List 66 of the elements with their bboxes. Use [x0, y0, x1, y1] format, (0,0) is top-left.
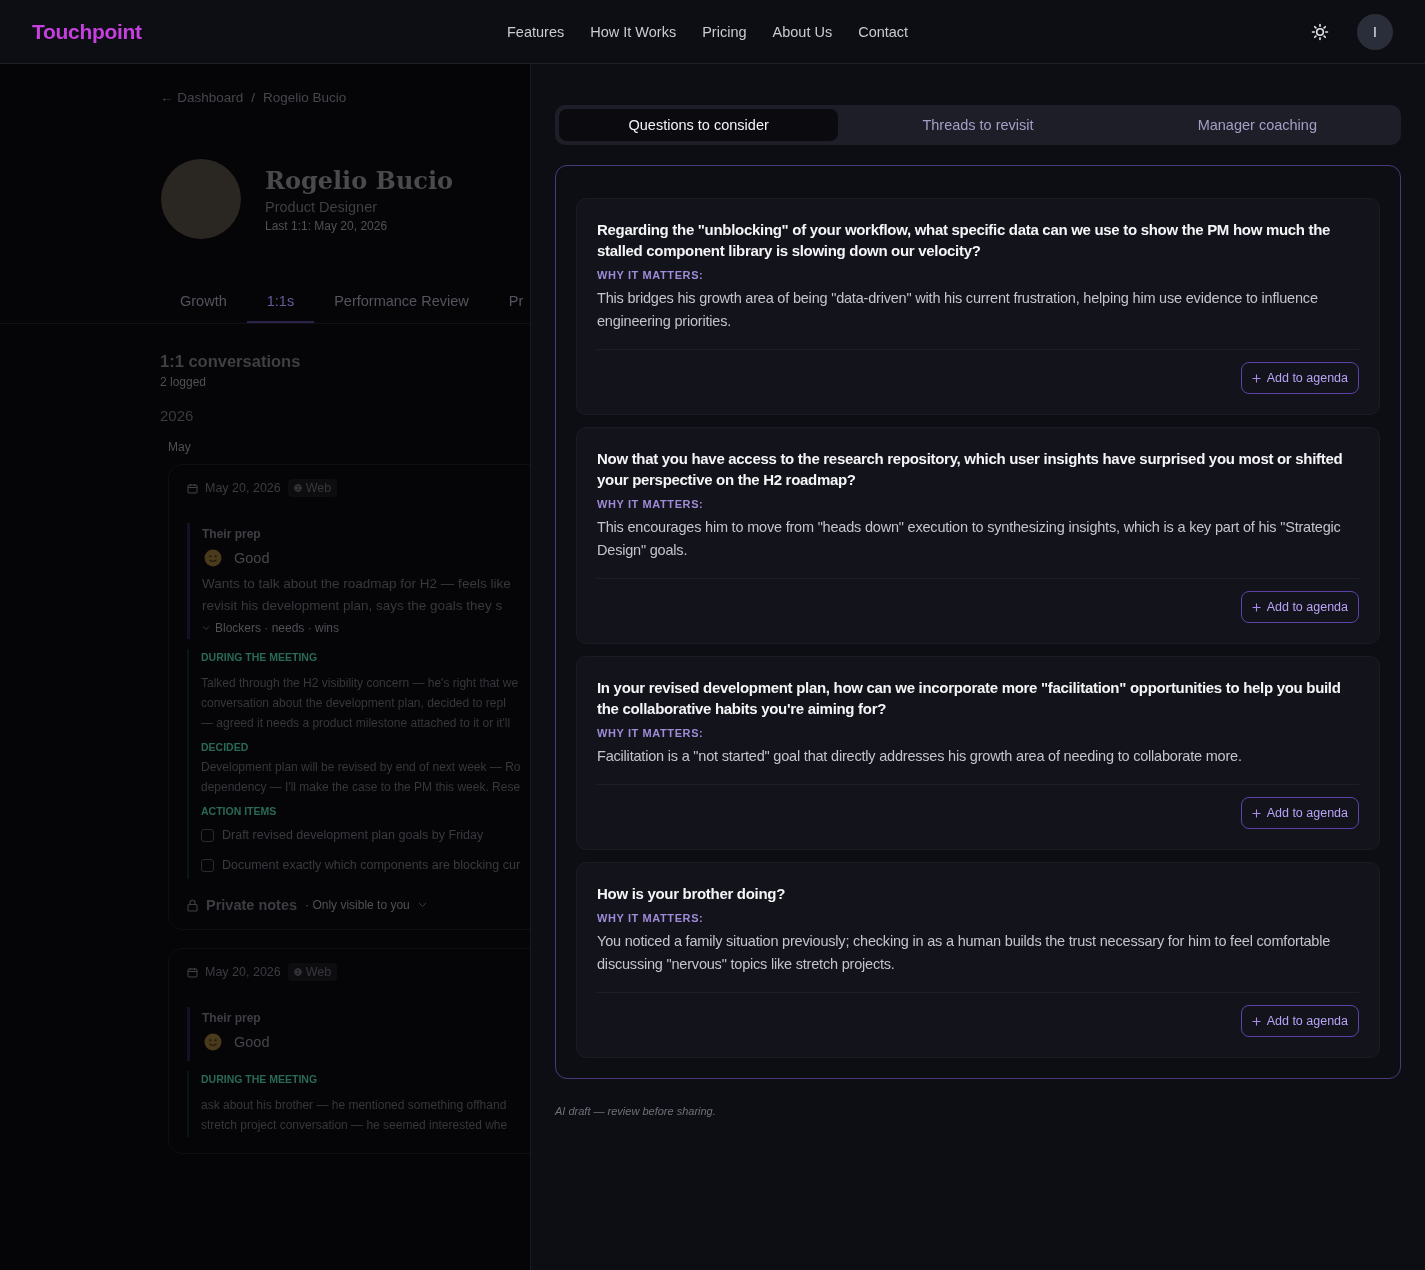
- mood-label: Good: [234, 1034, 270, 1050]
- user-avatar[interactable]: I: [1357, 13, 1393, 50]
- plus-icon: [1251, 373, 1261, 383]
- logo[interactable]: Touchpoint: [32, 19, 142, 44]
- plus-icon: [1251, 1016, 1261, 1026]
- calendar-icon: [187, 966, 198, 978]
- meeting-label: DURING THE MEETING: [201, 651, 319, 663]
- plus-icon: [1251, 602, 1261, 612]
- nav-link[interactable]: Features: [507, 23, 565, 40]
- why-text: This bridges his growth area of being "data-driven" with his current frustration, helping him use evidence to influence engineering priorities.: [597, 287, 1359, 350]
- mood-label: Good: [234, 550, 270, 566]
- year-heading: 2026: [160, 407, 195, 424]
- why-text: You noticed a family situation previously; checking in as a human builds the trust necessary for him to feel comfortable discussing "nervous" topics like stretch projects.: [597, 930, 1359, 993]
- smiley-icon: [204, 549, 222, 567]
- panel-tab[interactable]: Manager coaching: [1117, 109, 1397, 141]
- panel-tab[interactable]: Questions to consider: [559, 109, 839, 141]
- why-text: Facilitation is a "not started" goal that directly addresses his growth area of needing to collaborate more.: [597, 745, 1359, 785]
- question-text: Regarding the "unblocking" of your workflow, what specific data can we use to show the PM how much the stalled component library is slowing down our velocity?: [597, 220, 1332, 261]
- conversation-count: 2 logged: [160, 375, 208, 389]
- question-text: Now that you have access to the research repository, which user insights have surprised you most or shifted your perspective on the H2 roadmap?: [597, 449, 1344, 490]
- breadcrumb-current: Rogelio Bucio: [263, 90, 347, 105]
- person-role: Product Designer: [265, 198, 379, 215]
- action-item-text: Draft revised development plan goals by Friday: [222, 828, 484, 842]
- private-notes-title: Private notes: [206, 897, 298, 913]
- nav-link[interactable]: How It Works: [590, 23, 677, 40]
- conversation-date: May 20, 2026: [205, 965, 281, 979]
- panel-tab[interactable]: Threads to revisit: [838, 109, 1118, 141]
- prep-label: Their prep: [202, 527, 262, 541]
- why-label: WHY IT MATTERS:: [597, 912, 705, 924]
- why-label: WHY IT MATTERS:: [597, 727, 705, 739]
- nav-link[interactable]: Contact: [858, 23, 909, 40]
- why-label: WHY IT MATTERS:: [597, 498, 705, 510]
- decided-label: DECIDED: [201, 741, 250, 753]
- question-text: In your revised development plan, how can we incorporate more "facilitation" opportunities to help you build the collaborative habits you're aiming for?: [597, 678, 1342, 719]
- month-heading: May: [168, 440, 192, 454]
- globe-icon: [293, 484, 302, 492]
- why-label: WHY IT MATTERS:: [597, 269, 705, 281]
- conversation-date: May 20, 2026: [205, 481, 281, 495]
- lock-icon: [187, 898, 198, 912]
- add-to-agenda-button[interactable]: Add to agenda: [1240, 1005, 1359, 1037]
- add-to-agenda-button[interactable]: Add to agenda: [1240, 362, 1359, 394]
- question-text: How is your brother doing?: [597, 884, 787, 904]
- action-items-label: ACTION ITEMS: [201, 805, 278, 817]
- breadcrumb-separator: /: [251, 90, 256, 105]
- smiley-icon: [204, 1033, 222, 1051]
- last-meeting-date: Last 1:1: May 20, 2026: [265, 218, 389, 233]
- nav-link[interactable]: About Us: [772, 23, 833, 40]
- meeting-label: DURING THE MEETING: [201, 1073, 319, 1085]
- chevron-down-icon[interactable]: [417, 902, 427, 908]
- plus-icon: [1251, 808, 1261, 818]
- action-item-text: Document exactly which components are blocking cur: [222, 858, 521, 872]
- theme-toggle-icon[interactable]: [1311, 22, 1329, 41]
- section-title: 1:1 conversations: [160, 352, 302, 371]
- why-text: This encourages him to move from "heads down" execution to synthesizing insights, which is a key part of his "Strategic Design" goals.: [597, 516, 1359, 579]
- nav-link[interactable]: Pricing: [702, 23, 747, 40]
- add-to-agenda-button[interactable]: Add to agenda: [1240, 591, 1359, 623]
- add-to-agenda-button[interactable]: Add to agenda: [1240, 797, 1359, 829]
- prep-label: Their prep: [202, 1011, 262, 1025]
- footnote: AI draft — review before sharing.: [555, 1105, 717, 1117]
- chevron-down-icon: [202, 625, 210, 631]
- checkbox[interactable]: [201, 828, 214, 842]
- checkbox[interactable]: [201, 858, 214, 872]
- person-name: Rogelio Bucio: [265, 165, 454, 195]
- globe-icon: [293, 968, 302, 976]
- calendar-icon: [187, 482, 198, 494]
- private-notes-hint: · Only visible to you: [305, 898, 410, 912]
